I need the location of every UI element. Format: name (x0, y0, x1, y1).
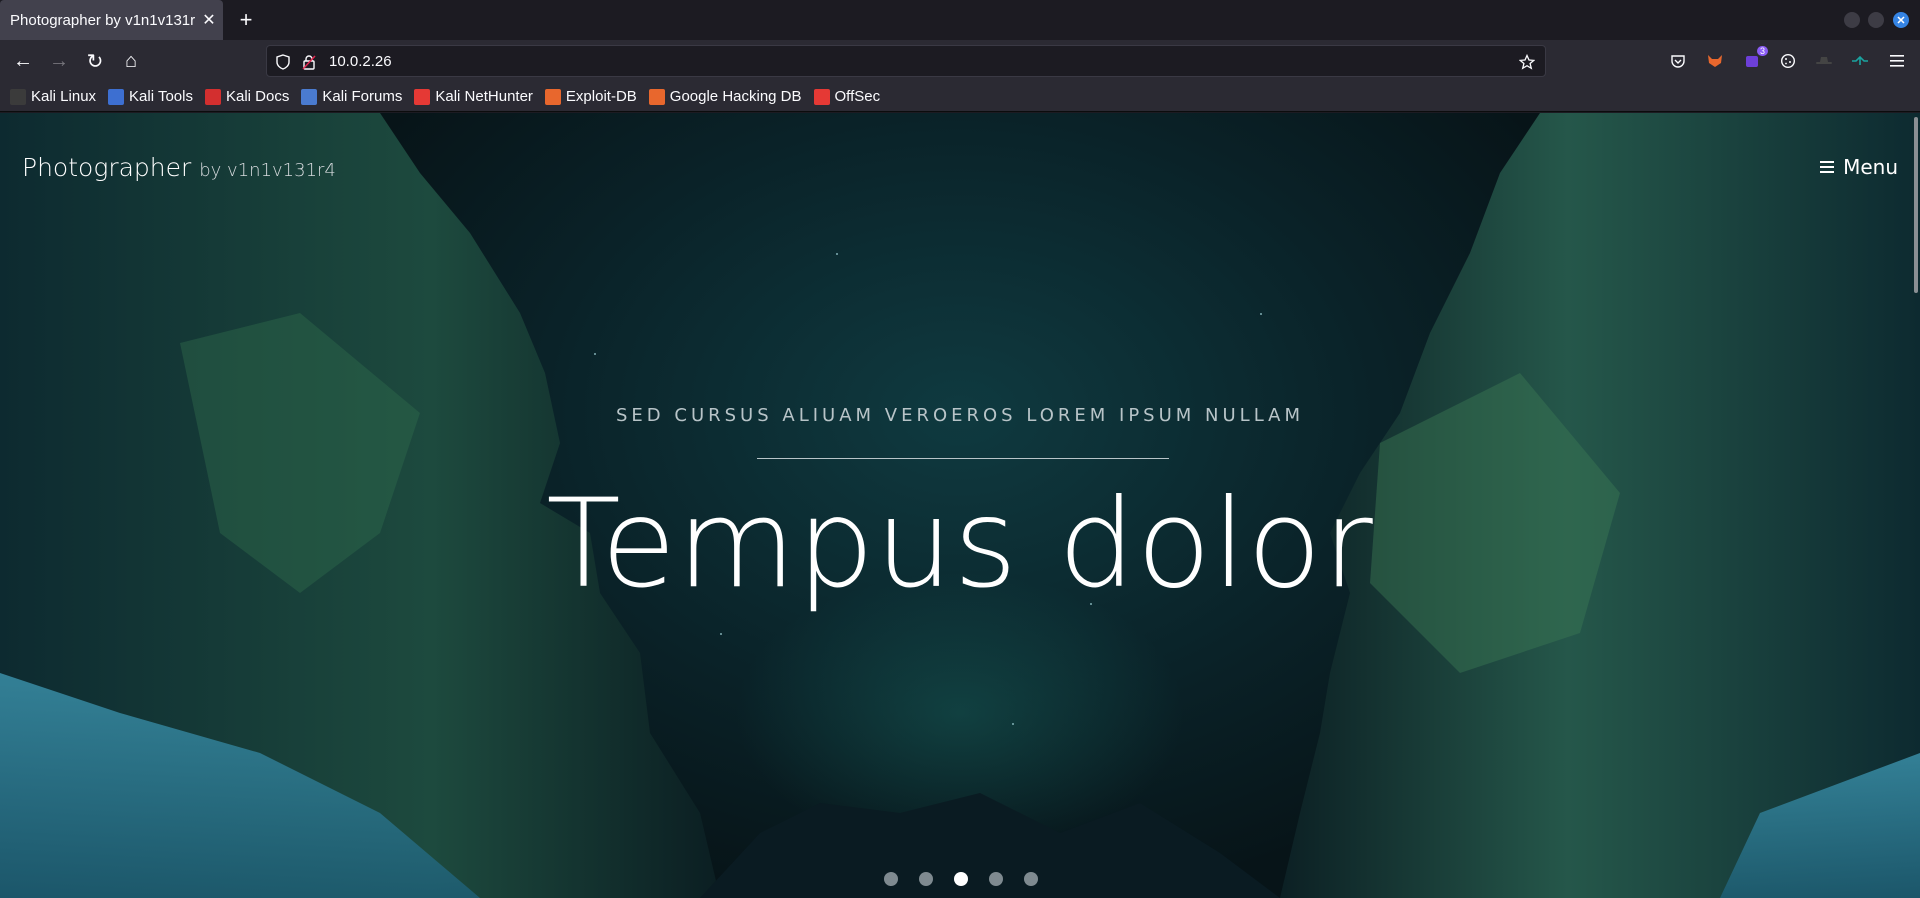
hero-title: Tempus dolor (546, 473, 1374, 615)
bookmarks-toolbar: Kali Linux Kali Tools Kali Docs Kali Forums… (0, 82, 1920, 112)
menu-button[interactable]: Menu (1820, 155, 1898, 179)
slider-dot[interactable] (919, 872, 933, 886)
bookmark-star-icon[interactable] (1517, 52, 1537, 72)
back-button[interactable]: ← (7, 45, 39, 77)
kali-tools-icon (108, 88, 125, 105)
star (720, 633, 722, 635)
bookmark-item[interactable]: Kali Docs (204, 88, 290, 105)
bookmark-item[interactable]: Exploit-DB (544, 88, 637, 105)
bookmark-item[interactable]: Kali NetHunter (414, 88, 533, 105)
star (594, 353, 596, 355)
kali-docs-icon (204, 88, 221, 105)
kali-dragon-icon (10, 88, 26, 105)
foxyproxy-icon[interactable] (1703, 49, 1727, 73)
slider-dot[interactable] (989, 872, 1003, 886)
menu-label: Menu (1843, 155, 1898, 179)
bookmark-item[interactable]: Kali Forums (301, 88, 402, 105)
site-brand[interactable]: Photographer by v1n1v131r4 (22, 153, 336, 182)
bookmark-item[interactable]: Google Hacking DB (648, 88, 802, 105)
slider-dot[interactable] (954, 872, 968, 886)
home-button[interactable]: ⌂ (115, 45, 147, 77)
hero-subtitle: SED CURSUS ALIUAM VEROEROS LOREM IPSUM N… (616, 405, 1304, 426)
new-tab-button[interactable]: + (232, 6, 260, 34)
bookmark-label: Kali Forums (322, 88, 403, 105)
hat-icon[interactable] (1812, 49, 1836, 73)
star (836, 253, 838, 255)
bookmark-label: Kali Docs (225, 88, 290, 105)
brand-title: Photographer (22, 153, 192, 182)
hamburger-menu-icon[interactable] (1885, 49, 1909, 73)
star (1012, 723, 1014, 725)
bookmark-item[interactable]: Kali Linux (10, 88, 96, 105)
bookmark-item[interactable]: OffSec (813, 88, 881, 105)
tab-close-icon[interactable]: ✕ (195, 6, 223, 34)
offsec-icon (813, 88, 830, 105)
tab-strip: Photographer by v1n1v131r4 ✕ + ✕ (0, 0, 1920, 40)
menu-icon (1820, 161, 1835, 173)
url-bar[interactable]: 10.0.2.26 (266, 45, 1546, 77)
maximize-button[interactable] (1868, 12, 1884, 28)
shield-icon[interactable] (273, 52, 293, 72)
ghdb-icon (648, 88, 665, 105)
extension-badge-count: 3 (1756, 46, 1768, 56)
slider-dot[interactable] (884, 872, 898, 886)
cookie-icon[interactable] (1776, 49, 1800, 73)
bookmark-label: Google Hacking DB (669, 88, 802, 105)
minimize-button[interactable] (1844, 12, 1860, 28)
page-scrollbar[interactable] (1914, 117, 1918, 293)
slider-dot[interactable] (1024, 872, 1038, 886)
reload-button[interactable]: ↻ (79, 45, 111, 77)
browser-tab[interactable]: Photographer by v1n1v131r4 ✕ (0, 0, 223, 40)
bookmark-label: Kali NetHunter (435, 88, 533, 105)
bookmark-item[interactable]: Kali Tools (108, 88, 193, 105)
extension-badge-icon[interactable]: 3 (1740, 46, 1768, 73)
navigation-toolbar: ← → ↻ ⌂ 10.0.2.26 3 (0, 40, 1920, 82)
tab-title: Photographer by v1n1v131r4 (10, 11, 195, 29)
forward-button[interactable]: → (43, 45, 75, 77)
window-close-button[interactable]: ✕ (1893, 12, 1909, 28)
exploit-db-icon (544, 88, 561, 105)
pocket-icon[interactable] (1666, 49, 1690, 73)
bookmark-label: Kali Tools (129, 88, 193, 105)
bookmark-label: Exploit-DB (565, 88, 637, 105)
slider-pagination (884, 872, 1059, 886)
bookmark-label: Kali Linux (31, 88, 97, 105)
brand-author: by v1n1v131r4 (199, 160, 336, 181)
kali-forums-icon (301, 88, 318, 105)
bookmark-label: OffSec (834, 88, 881, 105)
insecure-lock-icon[interactable] (299, 52, 319, 72)
kali-nethunter-icon (414, 88, 431, 105)
star (1260, 313, 1262, 315)
url-text[interactable]: 10.0.2.26 (329, 53, 392, 70)
hero-divider (757, 458, 1169, 459)
wappalyzer-icon[interactable] (1848, 49, 1872, 73)
page-content: Photographer by v1n1v131r4 Menu SED CURS… (0, 113, 1920, 898)
